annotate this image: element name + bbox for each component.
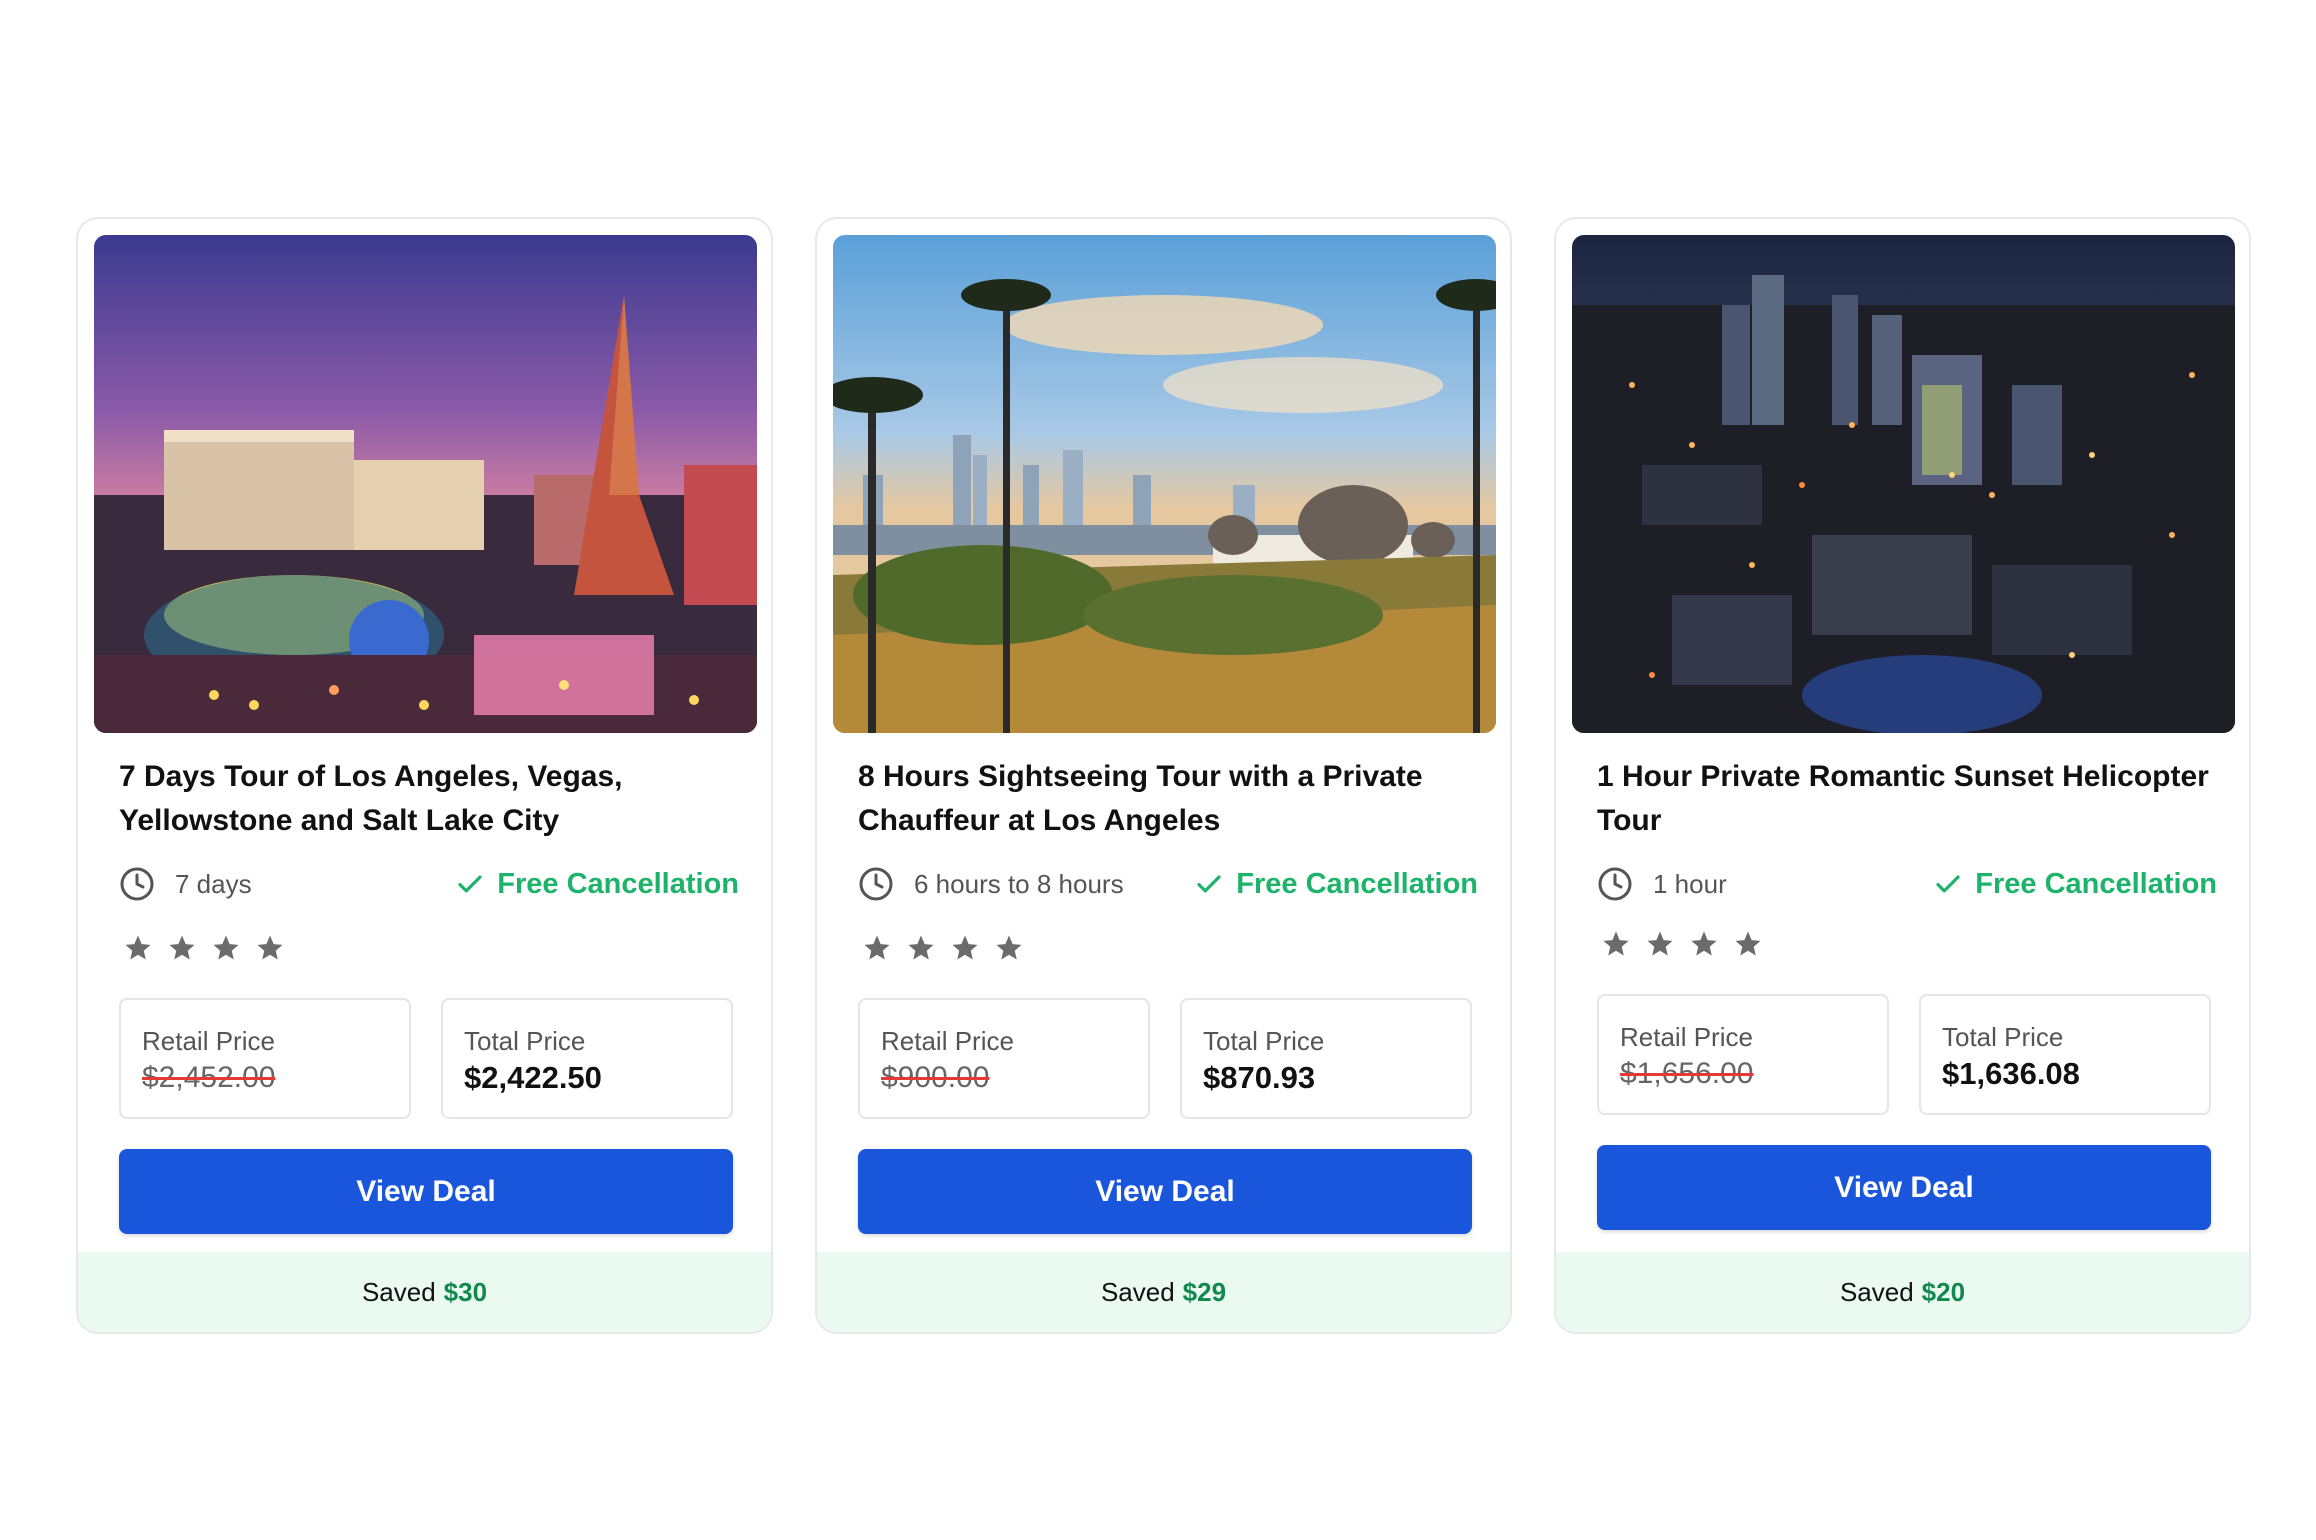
- total-price-box: Total Price $1,636.08: [1919, 994, 2211, 1115]
- duration-text: 1 hour: [1653, 868, 1727, 899]
- retail-price-label: Retail Price: [1620, 1022, 1753, 1052]
- price-boxes: Retail Price $1,656.00 Total Price $1,63…: [1597, 994, 2211, 1115]
- duration-text: 7 days: [175, 868, 252, 899]
- total-price-box: Total Price $2,422.50: [441, 998, 733, 1119]
- clock-icon: [1598, 867, 1632, 901]
- tour-title[interactable]: 1 Hour Private Romantic Sunset Helicopte…: [1597, 755, 2217, 843]
- cancellation-text: Free Cancellation: [1975, 867, 2217, 900]
- tour-duration: 1 hour: [1597, 866, 1727, 902]
- retail-price-box: Retail Price $900.00: [858, 998, 1150, 1119]
- retail-price-value: $2,452.00: [142, 1061, 276, 1094]
- star-icon: [1603, 931, 1629, 956]
- retail-price-box: Retail Price $2,452.00: [119, 998, 411, 1119]
- star-icon: [1691, 931, 1717, 956]
- duration-text: 6 hours to 8 hours: [914, 868, 1124, 899]
- free-cancellation-badge: Free Cancellation: [1194, 868, 1478, 901]
- total-price-value: $1,636.08: [1942, 1056, 2080, 1091]
- retail-price-value: $1,656.00: [1620, 1057, 1754, 1090]
- tour-photo-la-aerial-night[interactable]: [1572, 235, 2235, 733]
- retail-price-value: $900.00: [881, 1061, 990, 1094]
- saved-amount: $30: [443, 1276, 488, 1307]
- total-price-value: $2,422.50: [464, 1060, 602, 1095]
- star-icon: [125, 935, 151, 960]
- check-icon: [458, 875, 482, 893]
- check-icon: [1197, 875, 1221, 893]
- saved-label: Saved: [1839, 1276, 1914, 1307]
- savings-banner: Saved $29: [817, 1252, 1510, 1332]
- tour-duration: 7 days: [119, 866, 252, 902]
- star-rating: [862, 933, 1024, 963]
- cancellation-text: Free Cancellation: [1236, 867, 1478, 900]
- total-price-label: Total Price: [1942, 1022, 2064, 1052]
- saved-label: Saved: [361, 1276, 436, 1307]
- price-boxes: Retail Price $2,452.00 Total Price $2,42…: [119, 998, 733, 1119]
- star-icon: [864, 935, 890, 960]
- savings-banner: Saved $20: [1556, 1252, 2249, 1332]
- tour-card[interactable]: 1 Hour Private Romantic Sunset Helicopte…: [1554, 217, 2251, 1334]
- star-icon: [257, 935, 283, 960]
- cancellation-text: Free Cancellation: [497, 867, 739, 900]
- total-price-label: Total Price: [464, 1026, 586, 1056]
- total-price-label: Total Price: [1203, 1026, 1325, 1056]
- star-icon: [908, 935, 934, 960]
- free-cancellation-badge: Free Cancellation: [1933, 868, 2217, 901]
- tour-title[interactable]: 8 Hours Sightseeing Tour with a Private …: [858, 755, 1478, 843]
- star-icon: [952, 935, 978, 960]
- tour-meta: 7 days Free Cancellation: [119, 864, 739, 904]
- price-boxes: Retail Price $900.00 Total Price $870.93: [858, 998, 1472, 1119]
- star-rating: [1601, 929, 1763, 959]
- tour-meta: 1 hour Free Cancellation: [1597, 864, 2217, 904]
- retail-price-box: Retail Price $1,656.00: [1597, 994, 1889, 1115]
- view-deal-button[interactable]: View Deal: [858, 1149, 1472, 1234]
- savings-banner: Saved $30: [78, 1252, 771, 1332]
- saved-label: Saved: [1100, 1276, 1175, 1307]
- star-rating: [123, 933, 285, 963]
- star-icon: [169, 935, 195, 960]
- tour-card[interactable]: 8 Hours Sightseeing Tour with a Private …: [815, 217, 1512, 1334]
- tour-meta: 6 hours to 8 hours Free Cancellation: [858, 864, 1478, 904]
- total-price-value: $870.93: [1203, 1060, 1316, 1095]
- star-icon: [996, 935, 1022, 960]
- tour-card-list: 7 Days Tour of Los Angeles, Vegas, Yello…: [76, 217, 2251, 1334]
- check-icon: [1936, 875, 1960, 893]
- star-icon: [1647, 931, 1673, 956]
- clock-icon: [120, 867, 154, 901]
- star-icon: [1735, 931, 1761, 956]
- view-deal-button[interactable]: View Deal: [119, 1149, 733, 1234]
- total-price-box: Total Price $870.93: [1180, 998, 1472, 1119]
- star-icon: [213, 935, 239, 960]
- view-deal-button[interactable]: View Deal: [1597, 1145, 2211, 1230]
- saved-amount: $20: [1921, 1276, 1966, 1307]
- tour-photo-griffith-observatory[interactable]: [833, 235, 1496, 733]
- clock-icon: [859, 867, 893, 901]
- saved-amount: $29: [1182, 1276, 1227, 1307]
- tour-title[interactable]: 7 Days Tour of Los Angeles, Vegas, Yello…: [119, 755, 739, 843]
- tour-duration: 6 hours to 8 hours: [858, 866, 1124, 902]
- tour-card[interactable]: 7 Days Tour of Los Angeles, Vegas, Yello…: [76, 217, 773, 1334]
- retail-price-label: Retail Price: [881, 1026, 1014, 1056]
- free-cancellation-badge: Free Cancellation: [455, 868, 739, 901]
- tour-photo-las-vegas[interactable]: [94, 235, 757, 733]
- retail-price-label: Retail Price: [142, 1026, 275, 1056]
